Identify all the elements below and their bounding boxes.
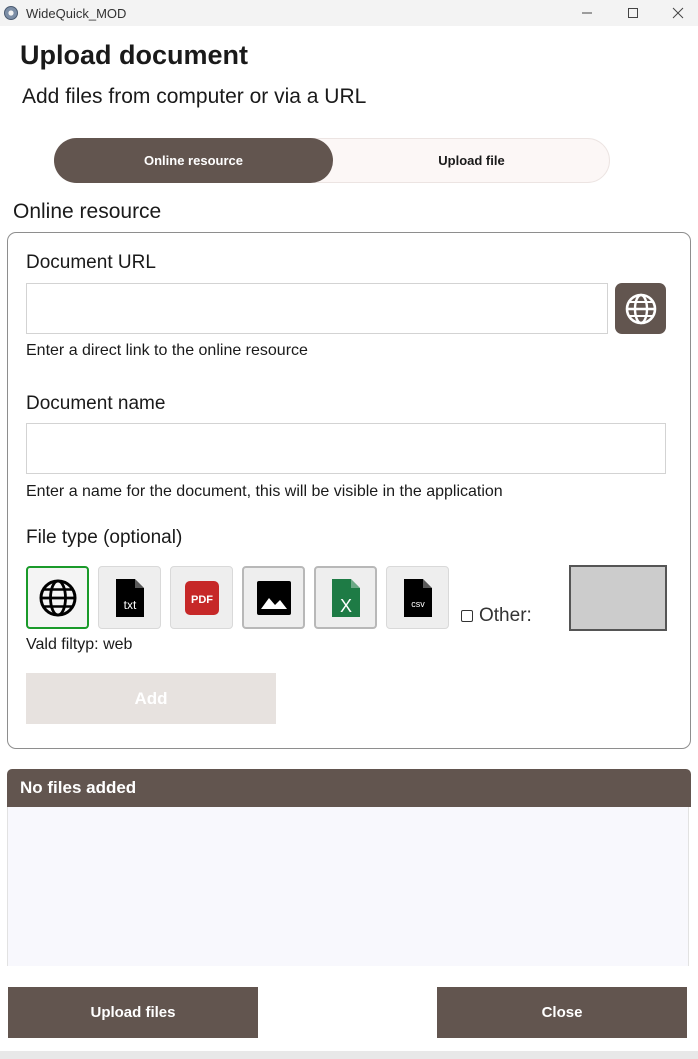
document-url-input[interactable] <box>26 283 608 334</box>
files-list-header: No files added <box>7 769 691 807</box>
upload-files-button[interactable]: Upload files <box>8 987 258 1038</box>
chosen-type-text: Vald filtyp: web <box>26 636 133 653</box>
maximize-button[interactable] <box>610 0 656 26</box>
document-name-input[interactable] <box>26 423 666 474</box>
minimize-button[interactable] <box>564 0 610 26</box>
other-type-option: Other: <box>461 605 532 627</box>
filetype-web-button[interactable] <box>26 566 89 629</box>
globe-icon <box>39 579 76 616</box>
excel-badge-text: X <box>339 596 351 616</box>
maximize-icon <box>628 8 638 18</box>
pdf-badge-text: PDF <box>191 594 213 606</box>
window-bottom-edge <box>0 1051 698 1059</box>
other-type-field[interactable] <box>569 565 667 631</box>
close-icon <box>672 7 684 19</box>
document-name-hint: Enter a name for the document, this will… <box>26 483 503 500</box>
document-url-hint: Enter a direct link to the online resour… <box>26 342 308 359</box>
source-tab-switch: Online resource Upload file <box>54 138 610 183</box>
other-label: Other: <box>479 605 532 626</box>
app-gear-icon <box>4 6 18 20</box>
minimize-icon <box>582 12 592 14</box>
csv-file-icon: csv <box>403 578 432 617</box>
txt-badge-text: txt <box>123 598 136 612</box>
image-icon <box>256 580 291 615</box>
files-list <box>7 807 689 966</box>
csv-badge-text: csv <box>411 599 425 609</box>
document-url-label: Document URL <box>26 252 156 273</box>
globe-icon <box>625 293 656 324</box>
tab-online-resource[interactable]: Online resource <box>54 138 333 183</box>
close-window-button[interactable] <box>655 0 698 26</box>
page-title: Upload document <box>20 40 248 70</box>
filetype-csv-button[interactable]: csv <box>386 566 449 629</box>
document-name-label: Document name <box>26 393 166 414</box>
window-title: WideQuick_MOD <box>26 5 127 21</box>
add-button[interactable]: Add <box>26 673 276 724</box>
section-heading: Online resource <box>13 200 162 223</box>
page-subtitle: Add files from computer or via a URL <box>22 85 367 108</box>
pdf-file-icon: PDF <box>184 580 219 615</box>
txt-file-icon: txt <box>115 578 144 617</box>
filetype-pdf-button[interactable]: PDF <box>170 566 233 629</box>
excel-file-icon: X <box>331 578 360 617</box>
filetype-excel-button[interactable]: X <box>314 566 377 629</box>
file-type-label: File type (optional) <box>26 527 183 548</box>
title-bar: WideQuick_MOD <box>0 0 698 26</box>
open-url-button[interactable] <box>615 283 666 334</box>
other-checkbox[interactable] <box>461 610 473 622</box>
tab-upload-file[interactable]: Upload file <box>333 138 610 183</box>
filetype-txt-button[interactable]: txt <box>98 566 161 629</box>
filetype-image-button[interactable] <box>242 566 305 629</box>
close-button[interactable]: Close <box>437 987 687 1038</box>
